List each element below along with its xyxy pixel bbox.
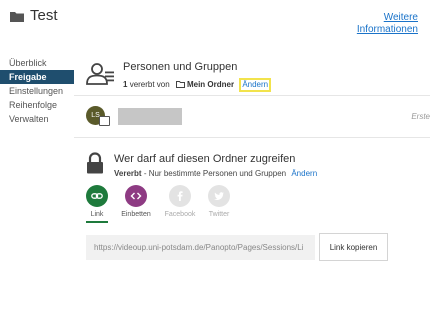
folder-icon	[175, 81, 185, 88]
share-option-label: Facebook	[164, 211, 196, 218]
link-share-row: https://videoup.uni-potsdam.de/Panopto/P…	[74, 233, 430, 261]
copy-link-button[interactable]: Link kopieren	[319, 233, 388, 261]
share-option-embed[interactable]: Einbetten	[114, 185, 158, 218]
sidebar-item-overview[interactable]: Überblick	[0, 56, 74, 70]
sidebar-item-settings[interactable]: Einstellungen	[0, 84, 74, 98]
access-section: Wer darf auf diesen Ordner zugreifen Ver…	[74, 148, 430, 188]
facebook-icon	[169, 185, 191, 207]
parent-folder-name: Mein Ordner	[186, 80, 235, 89]
change-access-link[interactable]: Ändern	[291, 169, 317, 178]
user-row: LS Erste	[74, 102, 430, 130]
sidebar-item-manage[interactable]: Verwalten	[0, 112, 74, 126]
share-option-facebook[interactable]: Facebook	[158, 185, 202, 218]
selected-indicator	[86, 221, 108, 223]
people-section-title: Personen und Gruppen	[123, 61, 238, 73]
folder-badge-icon	[99, 116, 110, 126]
user-role: Erste	[411, 112, 430, 121]
inherited-count: 1	[123, 80, 128, 89]
share-option-label: Einbetten	[121, 211, 151, 218]
inherited-text: vererbt von	[129, 80, 170, 89]
divider	[74, 137, 430, 138]
redacted-user-name	[118, 108, 182, 125]
embed-icon	[125, 185, 147, 207]
folder-icon	[10, 12, 24, 22]
access-status-detail: - Nur bestimmte Personen und Gruppen	[143, 169, 287, 178]
share-option-twitter[interactable]: Twitter	[197, 185, 241, 218]
people-icon	[86, 63, 114, 85]
link-icon	[86, 185, 108, 207]
people-and-groups-section: Personen und Gruppen 1 vererbt von Mein …	[74, 55, 430, 93]
lock-icon	[87, 152, 103, 174]
sidebar-nav: Überblick Freigabe Einstellungen Reihenf…	[0, 56, 74, 126]
share-option-label: Link	[90, 211, 104, 218]
access-section-title: Wer darf auf diesen Ordner zugreifen	[114, 153, 296, 165]
sidebar-item-order[interactable]: Reihenfolge	[0, 98, 74, 112]
sidebar-item-sharing[interactable]: Freigabe	[0, 70, 74, 84]
divider	[74, 95, 430, 96]
inheritance-info: 1 vererbt von Mein Ordner Ändern	[123, 78, 272, 92]
access-status-label: Vererbt	[114, 169, 142, 178]
share-options: Link Einbetten Facebook Twitter	[74, 185, 430, 225]
twitter-icon	[208, 185, 230, 207]
more-info-link[interactable]: Weitere Informationen	[348, 12, 418, 36]
main-content: Personen und Gruppen 1 vererbt von Mein …	[74, 40, 430, 323]
share-option-label: Twitter	[208, 211, 230, 218]
page-title: Test	[30, 7, 58, 24]
share-settings-page: Test Weitere Informationen Überblick Fre…	[0, 0, 430, 323]
share-option-link[interactable]: Link	[75, 185, 119, 223]
share-url-field[interactable]: https://videoup.uni-potsdam.de/Panopto/P…	[86, 235, 315, 260]
change-inheritance-link[interactable]: Ändern	[239, 78, 272, 92]
access-status: Vererbt - Nur bestimmte Personen und Gru…	[114, 169, 317, 178]
header: Test Weitere Informationen	[0, 0, 430, 40]
